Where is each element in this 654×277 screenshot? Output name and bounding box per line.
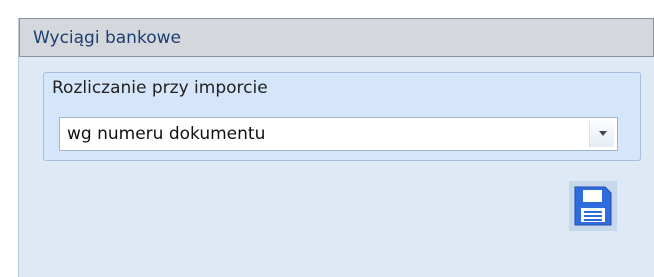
settlement-method-value: wg numeru dokumentu bbox=[67, 124, 266, 144]
import-settlement-label: Rozliczanie przy imporcie bbox=[52, 78, 268, 98]
chevron-down-icon bbox=[599, 131, 607, 136]
bank-statements-panel: Wyciągi bankowe Rozliczanie przy imporci… bbox=[18, 18, 654, 277]
settlement-method-select[interactable]: wg numeru dokumentu bbox=[59, 117, 618, 151]
import-settlement-group: Rozliczanie przy imporcie wg numeru doku… bbox=[43, 72, 641, 161]
panel-header: Wyciągi bankowe bbox=[19, 18, 654, 57]
floppy-disk-icon bbox=[569, 181, 617, 231]
save-button[interactable] bbox=[569, 181, 617, 231]
panel-title: Wyciągi bankowe bbox=[33, 28, 181, 48]
dropdown-button[interactable] bbox=[589, 121, 614, 147]
